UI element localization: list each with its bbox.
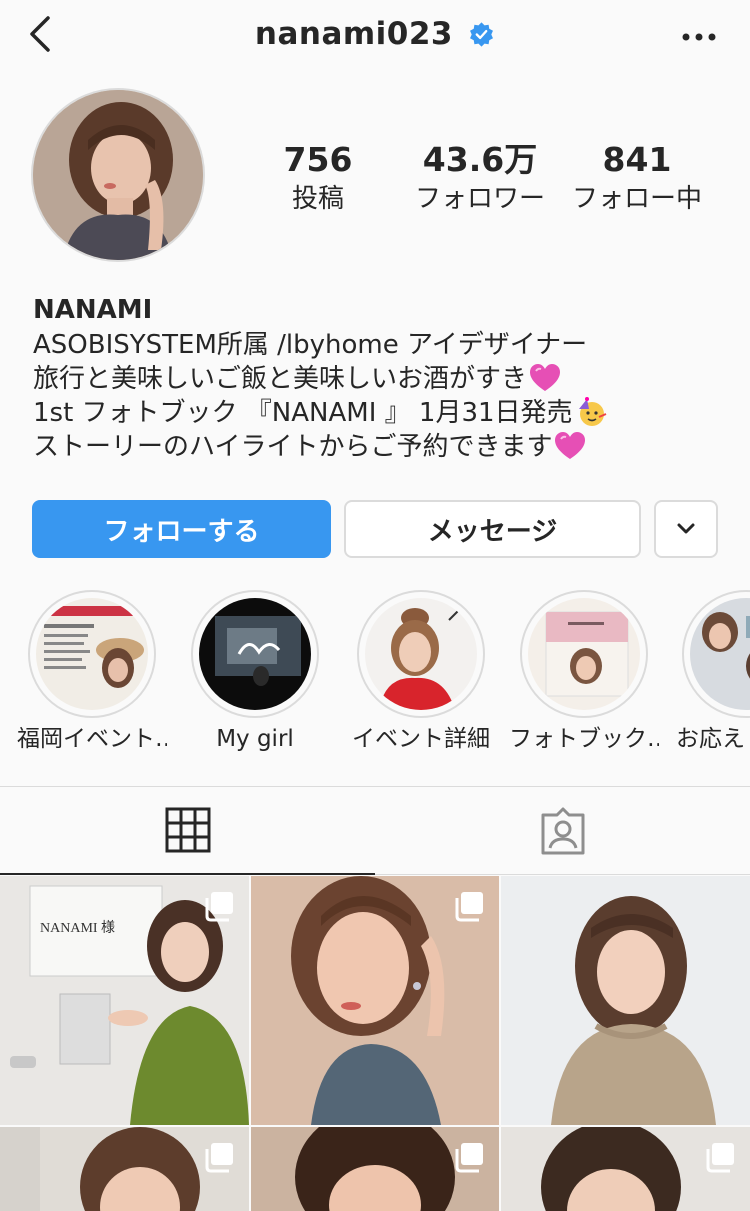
profile-avatar[interactable] bbox=[31, 88, 205, 262]
profile-tabs bbox=[0, 786, 750, 875]
posts-count: 756 bbox=[283, 140, 353, 179]
story-highlight[interactable]: フォトブック… bbox=[509, 590, 659, 754]
highlight-ring bbox=[28, 590, 156, 718]
following-label: フォロー中 bbox=[571, 184, 702, 214]
followers-label: フォロワー bbox=[414, 184, 545, 214]
highlight-ring bbox=[191, 590, 319, 718]
highlight-cover bbox=[365, 598, 477, 710]
highlight-ring bbox=[682, 590, 750, 718]
bio-line: 旅行と美味しいご飯と美味しいお酒がすき bbox=[33, 362, 733, 396]
highlight-cover bbox=[690, 598, 750, 710]
followers-count: 43.6万 bbox=[422, 140, 538, 179]
more-options-button[interactable] bbox=[680, 22, 720, 52]
chevron-down-icon bbox=[677, 523, 695, 534]
multiple-posts-icon bbox=[455, 892, 483, 922]
heart-emoji-icon bbox=[555, 432, 586, 459]
highlight-cover bbox=[36, 598, 148, 710]
bio-line: ストーリーのハイライトからご予約できます bbox=[33, 430, 733, 464]
post-image bbox=[501, 876, 750, 1125]
suggested-accounts-button[interactable] bbox=[654, 500, 718, 558]
highlight-label: お応えし bbox=[676, 726, 750, 752]
tagged-person-icon bbox=[541, 807, 584, 854]
highlight-cover bbox=[528, 598, 640, 710]
post-caption-text: NANAMI 様 bbox=[40, 920, 115, 936]
bio-line-text: ストーリーのハイライトからご予約できます bbox=[33, 432, 553, 462]
highlight-label: イベント詳細 bbox=[352, 726, 490, 752]
follow-button[interactable]: フォローする bbox=[32, 500, 331, 558]
following-count: 841 bbox=[602, 140, 672, 179]
bio-line: 1st フォトブック 『NANAMI 』 1月31日発売 bbox=[33, 396, 733, 430]
post-thumbnail[interactable] bbox=[251, 876, 499, 1125]
story-highlight[interactable]: My girl bbox=[180, 590, 330, 754]
posts-label: 投稿 bbox=[291, 184, 344, 214]
highlight-label: My girl bbox=[216, 726, 294, 752]
story-highlight[interactable]: イベント詳細 bbox=[346, 590, 496, 754]
party-face-emoji-icon bbox=[578, 397, 606, 426]
username-container: nanami023 bbox=[0, 16, 750, 60]
highlight-ring bbox=[357, 590, 485, 718]
top-bar: nanami023 bbox=[0, 0, 750, 76]
story-highlight[interactable]: お応えし bbox=[670, 590, 750, 754]
highlight-ring bbox=[520, 590, 648, 718]
grid-icon bbox=[165, 807, 210, 853]
post-thumbnail[interactable] bbox=[501, 1127, 750, 1211]
bio-line-text: ASOBISYSTEM所属 /lbyhome アイデザイナー bbox=[33, 330, 588, 360]
post-thumbnail[interactable] bbox=[501, 876, 750, 1125]
story-highlight[interactable]: 福岡イベント… bbox=[17, 590, 167, 754]
stat-posts[interactable]: 756 投稿 bbox=[268, 138, 368, 216]
stat-followers[interactable]: 43.6万 フォロワー bbox=[405, 138, 555, 216]
heart-emoji-icon bbox=[530, 364, 561, 391]
highlight-label: フォトブック… bbox=[509, 726, 659, 752]
bio-line-text: 1st フォトブック 『NANAMI 』 1月31日発売 bbox=[33, 398, 573, 428]
multiple-posts-icon bbox=[205, 1143, 233, 1173]
avatar-photo bbox=[33, 90, 203, 260]
message-button[interactable]: メッセージ bbox=[344, 500, 641, 558]
highlight-cover bbox=[199, 598, 311, 710]
post-thumbnail[interactable]: NANAMI 様 bbox=[0, 876, 249, 1125]
multiple-posts-icon bbox=[205, 892, 233, 922]
more-horizontal-icon bbox=[682, 33, 716, 41]
highlight-label: 福岡イベント… bbox=[17, 726, 167, 752]
profile-username: nanami023 bbox=[254, 16, 454, 52]
profile-display-name: NANAMI bbox=[33, 295, 153, 325]
post-thumbnail[interactable] bbox=[0, 1127, 249, 1211]
multiple-posts-icon bbox=[706, 1143, 734, 1173]
verified-badge-icon bbox=[470, 21, 494, 47]
multiple-posts-icon bbox=[455, 1143, 483, 1173]
tab-grid[interactable] bbox=[0, 787, 375, 875]
post-thumbnail[interactable] bbox=[251, 1127, 499, 1211]
profile-bio: NANAMI ASOBISYSTEM所属 /lbyhome アイデザイナー 旅行… bbox=[33, 292, 733, 464]
bio-line-text: 旅行と美味しいご飯と美味しいお酒がすき bbox=[33, 364, 528, 394]
bio-line: ASOBISYSTEM所属 /lbyhome アイデザイナー bbox=[33, 328, 733, 362]
tab-tagged[interactable] bbox=[375, 787, 750, 875]
stat-following[interactable]: 841 フォロー中 bbox=[567, 138, 707, 216]
